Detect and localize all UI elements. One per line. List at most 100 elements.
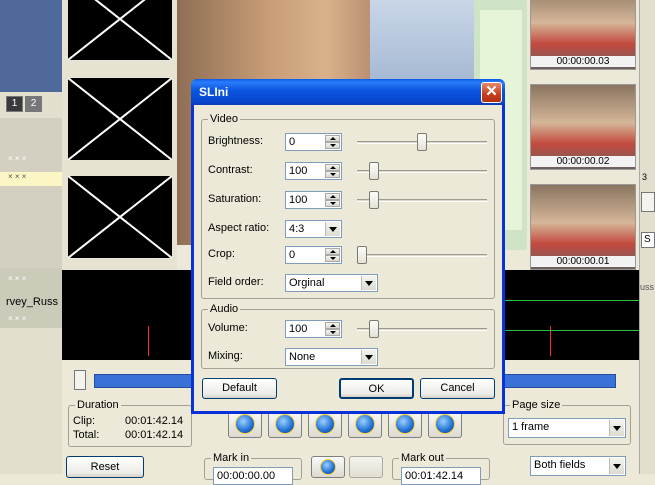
dialog-title: SLIni [199, 85, 229, 99]
duration-title: Duration [75, 399, 121, 411]
contrast-label: Contrast: [208, 164, 253, 176]
contrast-slider[interactable] [357, 162, 487, 180]
thumbnail[interactable]: 00:00:00.03 [530, 0, 636, 70]
tab-1[interactable]: 1 [6, 96, 23, 112]
list-item[interactable]: × × × [0, 314, 62, 328]
field-order-select[interactable]: Orginal [285, 274, 378, 292]
spin-down-icon[interactable] [325, 200, 340, 207]
spin-down-icon[interactable] [325, 255, 340, 262]
timeline-playhead[interactable] [74, 370, 86, 390]
ok-button[interactable]: OK [339, 378, 414, 399]
fields-value: Both fields [534, 459, 586, 471]
mark-in-button[interactable] [311, 456, 345, 478]
spin-down-icon[interactable] [325, 142, 340, 149]
go-to-start-button[interactable] [228, 410, 262, 438]
saturation-slider-thumb[interactable] [369, 191, 379, 209]
mark-in-label: Mark in [211, 452, 252, 464]
crop-spinner[interactable]: 0 [285, 246, 342, 264]
list-item[interactable]: × × × [0, 172, 62, 186]
contrast-value: 100 [289, 165, 308, 177]
brightness-spinner[interactable]: 0 [285, 133, 342, 151]
spin-up-icon[interactable] [325, 248, 340, 255]
slini-dialog: SLIni ✕ Video Brightness: 0 Contrast: 10… [191, 79, 505, 414]
chevron-down-icon[interactable] [325, 222, 340, 236]
saturation-label: Saturation: [208, 193, 262, 205]
saturation-spinner[interactable]: 100 [285, 191, 342, 209]
cancel-button[interactable]: Cancel [420, 378, 495, 399]
step-back-icon [275, 414, 295, 434]
video-group: Video Brightness: 0 Contrast: 100 Satura… [201, 113, 495, 299]
thumbnail[interactable]: 00:00:00.01 [530, 184, 636, 270]
right-panel-field[interactable]: S [641, 232, 655, 248]
crop-slider-thumb[interactable] [357, 246, 367, 264]
mark-out-field[interactable]: 00:01:42.14 [401, 467, 481, 485]
list-item[interactable]: × × × [0, 154, 62, 168]
page-size-value: 1 frame [512, 421, 550, 433]
aspect-ratio-select[interactable]: 4:3 [285, 220, 342, 238]
clip-label: Clip: [73, 415, 96, 427]
list-item[interactable]: × × × [0, 274, 62, 288]
reset-button[interactable]: Reset [66, 456, 144, 478]
contrast-spinner[interactable]: 100 [285, 162, 342, 180]
brightness-slider-thumb[interactable] [417, 133, 427, 151]
mark-in-field[interactable]: 00:00:00.00 [213, 467, 293, 485]
default-button[interactable]: Default [202, 378, 277, 399]
step-forward-icon [395, 414, 415, 434]
crop-slider[interactable] [357, 246, 487, 264]
play-button[interactable] [348, 410, 382, 438]
empty-slot[interactable] [68, 0, 172, 60]
field-order-label: Field order: [208, 276, 264, 288]
rewind-button[interactable] [308, 410, 342, 438]
mark-out-group: Mark out 00:01:42.14 [392, 452, 490, 485]
empty-slot[interactable] [68, 78, 172, 160]
thumbnail-timecode: 00:00:00.02 [531, 156, 635, 167]
volume-label: Volume: [208, 322, 248, 334]
step-back-button[interactable] [268, 410, 302, 438]
go-to-end-button[interactable] [428, 410, 462, 438]
chevron-down-icon[interactable] [361, 276, 376, 290]
empty-slot[interactable] [68, 176, 172, 258]
rewind-icon [315, 414, 335, 434]
spin-up-icon[interactable] [325, 164, 340, 171]
chevron-down-icon[interactable] [609, 420, 624, 436]
mixing-select[interactable]: None [285, 348, 378, 366]
spin-up-icon[interactable] [325, 193, 340, 200]
thumbnail[interactable]: 00:00:00.02 [530, 84, 636, 170]
tab-2[interactable]: 2 [25, 96, 42, 112]
step-forward-button[interactable] [388, 410, 422, 438]
brightness-value: 0 [289, 136, 296, 148]
close-icon[interactable]: ✕ [481, 82, 502, 103]
volume-slider[interactable] [357, 320, 487, 338]
bin-tabs: 1 2 [6, 96, 56, 114]
chevron-down-icon[interactable] [609, 458, 624, 474]
mark-out-button[interactable] [349, 456, 383, 478]
total-duration: 00:01:42.14 [125, 429, 184, 441]
chevron-down-icon[interactable] [361, 350, 376, 364]
right-panel-button[interactable] [641, 192, 655, 212]
fields-select[interactable]: Both fields [530, 456, 626, 476]
left-panel-header [0, 0, 62, 92]
contrast-slider-thumb[interactable] [369, 162, 379, 180]
spin-up-icon[interactable] [325, 322, 340, 329]
spin-down-icon[interactable] [325, 171, 340, 178]
volume-spinner[interactable]: 100 [285, 320, 342, 338]
waveform-level-line [502, 330, 639, 331]
skip-forward-icon [435, 414, 455, 434]
duration-group: Duration Clip: 00:01:42.14 Total: 00:01:… [68, 399, 192, 447]
total-label: Total: [73, 429, 100, 441]
aspect-ratio-value: 4:3 [289, 223, 305, 235]
brightness-slider[interactable] [357, 133, 487, 151]
mixing-label: Mixing: [208, 350, 243, 362]
clip-name-label: rvey_Russ [6, 296, 58, 308]
audio-group-title: Audio [208, 303, 241, 315]
spin-up-icon[interactable] [325, 135, 340, 142]
bin-list: × × × × × × [0, 118, 62, 268]
saturation-value: 100 [289, 194, 308, 206]
dialog-titlebar[interactable]: SLIni ✕ [191, 79, 505, 105]
right-panel-clip-label: uss [640, 282, 655, 292]
clip-duration: 00:01:42.14 [125, 415, 184, 427]
spin-down-icon[interactable] [325, 329, 340, 336]
volume-slider-thumb[interactable] [369, 320, 379, 338]
page-size-select[interactable]: 1 frame [508, 418, 626, 438]
saturation-slider[interactable] [357, 191, 487, 209]
